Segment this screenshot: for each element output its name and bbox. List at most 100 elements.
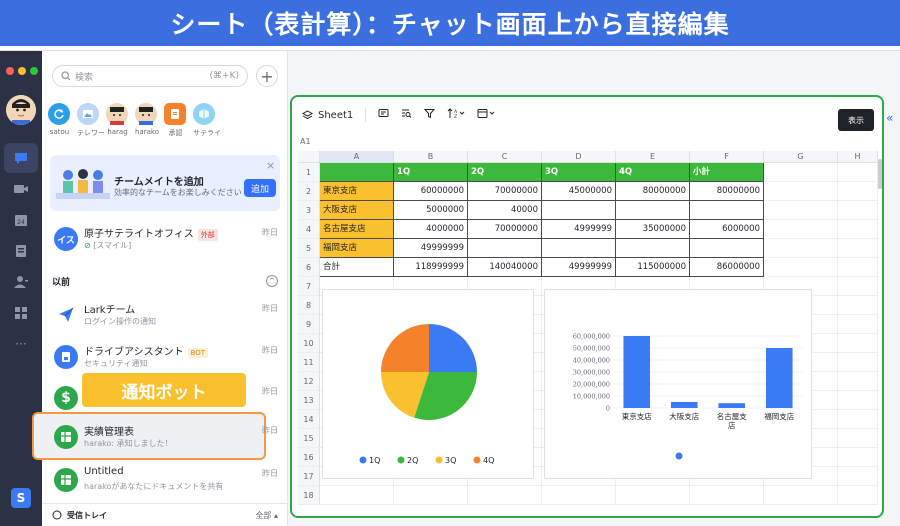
filter-icon[interactable] <box>424 108 436 122</box>
row-header[interactable]: 1 <box>298 163 320 182</box>
sheet-cell[interactable]: 小計 <box>690 163 764 182</box>
row-header[interactable]: 11 <box>298 353 320 372</box>
column-header[interactable]: A <box>320 151 394 163</box>
sheet-cell[interactable] <box>838 486 878 505</box>
sheet-cell[interactable] <box>616 201 690 220</box>
minimize-dot-icon[interactable] <box>18 67 26 75</box>
sheet-cell[interactable] <box>394 486 468 505</box>
sheet-cell[interactable]: 80000000 <box>690 182 764 201</box>
view-menu-icon[interactable] <box>477 108 497 122</box>
row-header[interactable]: 4 <box>298 220 320 239</box>
row-header[interactable]: 17 <box>298 467 320 486</box>
vertical-scrollbar[interactable] <box>878 159 882 189</box>
sheet-cell[interactable] <box>764 182 838 201</box>
row-header[interactable]: 15 <box>298 429 320 448</box>
sheet-cell[interactable] <box>320 486 394 505</box>
row-header[interactable]: 13 <box>298 391 320 410</box>
row-header[interactable]: 6 <box>298 258 320 277</box>
quick-item-satou[interactable]: satou <box>48 103 71 138</box>
row-header[interactable]: 16 <box>298 448 320 467</box>
contacts-icon[interactable] <box>11 272 31 292</box>
sheet-cell[interactable] <box>838 353 878 372</box>
sheet-cell[interactable]: 45000000 <box>542 182 616 201</box>
sheet-cell[interactable] <box>764 258 838 277</box>
sheet-cell[interactable] <box>320 163 394 182</box>
sheet-cell[interactable]: 49999999 <box>542 258 616 277</box>
sheet-cell[interactable]: 東京支店 <box>320 182 394 201</box>
sheet-cell[interactable] <box>542 486 616 505</box>
sheet-cell[interactable]: 40000 <box>468 201 542 220</box>
calendar-icon[interactable]: 24 <box>11 210 31 230</box>
quick-item-telework[interactable]: テレワー <box>77 103 105 138</box>
sheet-cell[interactable] <box>838 334 878 353</box>
close-dot-icon[interactable] <box>6 67 14 75</box>
video-meeting-icon[interactable] <box>11 179 31 199</box>
chat-item-lark-team[interactable]: Larkチーム ログイン操作の通知 昨日 <box>42 295 288 337</box>
sheet-cell[interactable] <box>838 258 878 277</box>
sheet-cell[interactable] <box>838 315 878 334</box>
workplace-icon[interactable] <box>11 303 31 323</box>
row-header[interactable]: 7 <box>298 277 320 296</box>
cell-reference[interactable]: A1 <box>300 137 311 146</box>
row-header[interactable]: 10 <box>298 334 320 353</box>
add-teammate-button[interactable]: 追加 <box>244 179 276 197</box>
column-header[interactable]: H <box>838 151 878 163</box>
sheet-cell[interactable] <box>838 410 878 429</box>
inbox-bar[interactable]: 受信トレイ 全部 ▴ <box>42 503 288 526</box>
column-header[interactable]: E <box>616 151 690 163</box>
sheet-cell[interactable]: 名古屋支店 <box>320 220 394 239</box>
sheet-cell[interactable]: 118999999 <box>394 258 468 277</box>
sheet-cell[interactable] <box>838 448 878 467</box>
sheet-cell[interactable] <box>690 201 764 220</box>
column-header[interactable]: D <box>542 151 616 163</box>
sheet-cell[interactable]: 140040000 <box>468 258 542 277</box>
sheet-cell[interactable] <box>616 239 690 258</box>
row-header[interactable]: 5 <box>298 239 320 258</box>
chat-item-untitled[interactable]: Untitled harakoがあなたにドキュメントを共有 昨日 <box>42 460 288 502</box>
sheet-cell[interactable]: 4000000 <box>394 220 468 239</box>
sheet-cell[interactable] <box>838 163 878 182</box>
sheet-cell[interactable] <box>542 239 616 258</box>
sheet-cell[interactable] <box>838 429 878 448</box>
sheet-cell[interactable] <box>764 486 838 505</box>
chat-item-performance-sheet[interactable]: 実績管理表 harako: 承知しました！ 昨日 <box>42 417 288 459</box>
sheet-cell[interactable] <box>690 486 764 505</box>
close-icon[interactable]: × <box>266 159 275 172</box>
row-header[interactable]: 12 <box>298 372 320 391</box>
quick-item-harako[interactable]: harako <box>135 103 159 138</box>
inbox-filter[interactable]: 全部 ▴ <box>255 510 278 521</box>
sheet-cell[interactable]: 60000000 <box>394 182 468 201</box>
sheet-cell[interactable] <box>690 239 764 258</box>
row-header[interactable]: 18 <box>298 486 320 505</box>
sheet-cell[interactable] <box>838 277 878 296</box>
chevron-up-icon[interactable]: ^ <box>266 275 278 287</box>
more-icon[interactable]: ··· <box>11 334 31 354</box>
sheet-cell[interactable] <box>838 182 878 201</box>
sheet-cell[interactable]: 2Q <box>468 163 542 182</box>
sheet-cell[interactable]: 5000000 <box>394 201 468 220</box>
docs-icon[interactable] <box>11 241 31 261</box>
sort-icon[interactable]: AZ <box>447 108 465 122</box>
sheet-cell[interactable] <box>468 239 542 258</box>
comment-icon[interactable] <box>378 108 389 122</box>
sheet-cell[interactable] <box>838 372 878 391</box>
sheet-cell[interactable]: 35000000 <box>616 220 690 239</box>
chat-item-satellite-office[interactable]: イス 原子サテライトオフィス 外部 ⊘ [スマイル] 昨日 <box>42 219 288 261</box>
sheet-cell[interactable]: 3Q <box>542 163 616 182</box>
sheet-cell[interactable]: 70000000 <box>468 220 542 239</box>
sheet-cell[interactable] <box>468 486 542 505</box>
row-header[interactable]: 9 <box>298 315 320 334</box>
row-header[interactable]: 14 <box>298 410 320 429</box>
sheet-cell[interactable] <box>764 220 838 239</box>
sheet-cell[interactable]: 70000000 <box>468 182 542 201</box>
sheet-cell[interactable]: 86000000 <box>690 258 764 277</box>
workspace-switch-button[interactable]: S <box>11 488 31 508</box>
column-header[interactable]: B <box>394 151 468 163</box>
column-header[interactable]: G <box>764 151 838 163</box>
column-header[interactable]: F <box>690 151 764 163</box>
new-chat-button[interactable]: + <box>256 65 278 87</box>
sheet-cell[interactable]: 115000000 <box>616 258 690 277</box>
sheet-cell[interactable]: 大阪支店 <box>320 201 394 220</box>
sheet-tab[interactable]: Sheet1 <box>302 110 353 121</box>
row-header[interactable]: 8 <box>298 296 320 315</box>
